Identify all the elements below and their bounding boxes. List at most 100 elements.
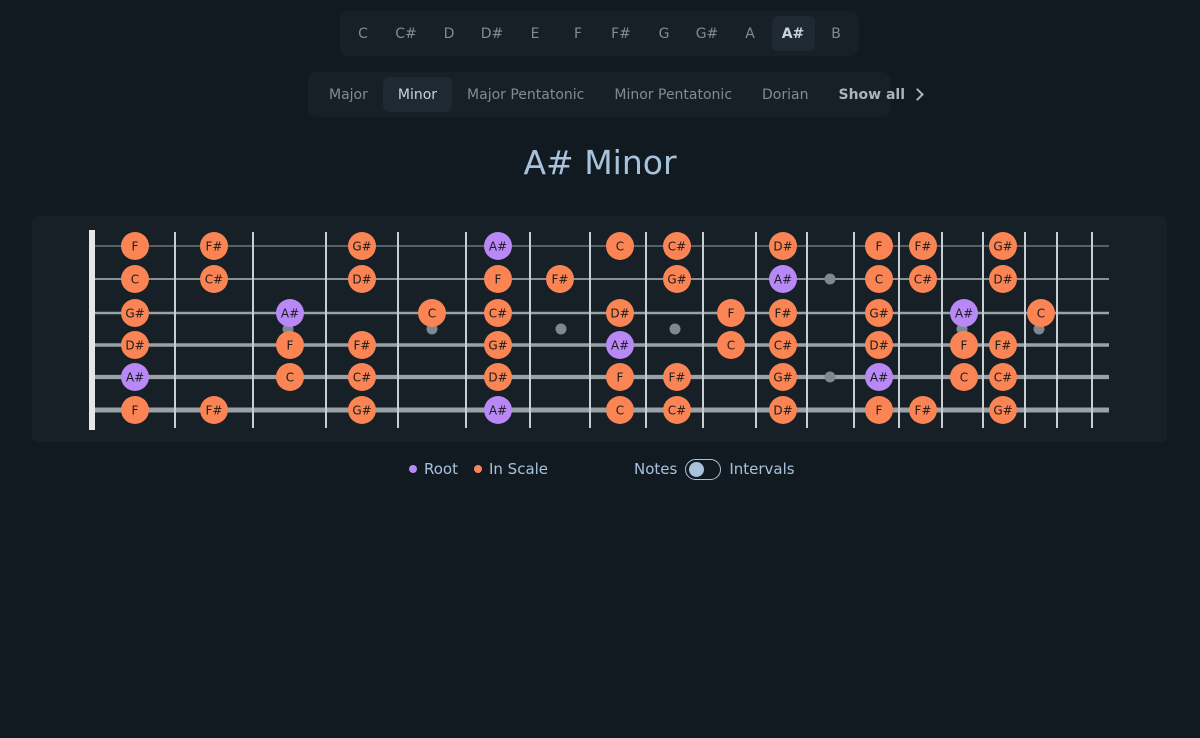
root-note-dot[interactable]: A# [865,363,893,391]
key-button-g[interactable]: G [643,16,686,51]
scale-note-dot[interactable]: C# [769,331,797,359]
root-note-dot[interactable]: A# [606,331,634,359]
scale-button-dorian[interactable]: Dorian [747,77,823,112]
root-legend-label: Root [424,460,458,478]
scale-note-dot[interactable]: G# [663,265,691,293]
scale-note-dot[interactable]: D# [606,299,634,327]
scale-note-dot[interactable]: F [950,331,978,359]
scale-note-dot[interactable]: F [606,363,634,391]
scale-note-dot[interactable]: F# [663,363,691,391]
scale-note-dot[interactable]: F [276,331,304,359]
root-note-dot[interactable]: A# [121,363,149,391]
note-label: F# [552,273,569,287]
scale-note-dot[interactable]: G# [769,363,797,391]
scale-note-dot[interactable]: G# [989,396,1017,424]
scale-note-dot[interactable]: D# [121,331,149,359]
scale-note-dot[interactable]: C# [348,363,376,391]
scale-button-major-pentatonic[interactable]: Major Pentatonic [452,77,599,112]
scale-note-dot[interactable]: C [276,363,304,391]
scale-note-dot[interactable]: C [950,363,978,391]
scale-note-dot[interactable]: F# [200,232,228,260]
note-label: C [1037,307,1045,321]
scale-button-major[interactable]: Major [314,77,383,112]
scale-note-dot[interactable]: G# [348,232,376,260]
key-button-a-sharp[interactable]: A# [772,16,815,51]
scale-note-dot[interactable]: C [865,265,893,293]
root-note-dot[interactable]: A# [950,299,978,327]
display-mode-toggle-group: Notes Intervals [634,458,795,480]
key-selector: CC#DD#EFF#GG#AA#B [340,11,859,56]
scale-button-minor-pentatonic[interactable]: Minor Pentatonic [599,77,747,112]
root-note-dot[interactable]: A# [484,232,512,260]
note-label: D# [610,307,629,321]
root-note-dot[interactable]: A# [484,396,512,424]
key-button-d-sharp[interactable]: D# [471,16,514,51]
key-button-f-sharp[interactable]: F# [600,16,643,51]
note-label: D# [125,339,144,353]
note-label: C# [668,240,686,254]
key-button-c-sharp[interactable]: C# [385,16,428,51]
key-button-d[interactable]: D [428,16,471,51]
scale-note-dot[interactable]: F [865,396,893,424]
scale-note-dot[interactable]: D# [865,331,893,359]
scale-note-dot[interactable]: F# [989,331,1017,359]
key-button-b[interactable]: B [815,16,858,51]
scale-note-dot[interactable]: C [606,232,634,260]
root-note-dot[interactable]: A# [276,299,304,327]
scale-note-dot[interactable]: F# [348,331,376,359]
scale-note-dot[interactable]: C# [989,363,1017,391]
key-button-g-sharp[interactable]: G# [686,16,729,51]
scale-note-dot[interactable]: D# [348,265,376,293]
scale-note-dot[interactable]: F [484,265,512,293]
scale-note-dot[interactable]: F [865,232,893,260]
note-label: F [132,404,139,418]
note-label: D# [773,240,792,254]
scale-note-dot[interactable]: G# [865,299,893,327]
note-label: D# [993,273,1012,287]
show-all-button[interactable]: Show all [823,77,937,112]
note-label: F# [915,404,932,418]
scale-note-dot[interactable]: D# [989,265,1017,293]
note-label: C [428,307,436,321]
scale-note-dot[interactable]: C# [909,265,937,293]
scale-note-dot[interactable]: F [121,232,149,260]
key-button-f[interactable]: F [557,16,600,51]
scale-note-dot[interactable]: C# [484,299,512,327]
scale-note-dot[interactable]: G# [348,396,376,424]
scale-note-dot[interactable]: C [418,299,446,327]
scale-note-dot[interactable]: F# [546,265,574,293]
key-button-a[interactable]: A [729,16,772,51]
scale-note-dot[interactable]: C [606,396,634,424]
note-label: C# [774,339,792,353]
scale-note-dot[interactable]: C# [663,232,691,260]
scale-note-dot[interactable]: C [121,265,149,293]
show-all-label: Show all [838,87,905,103]
scale-note-dot[interactable]: F# [200,396,228,424]
scale-note-dot[interactable]: D# [484,363,512,391]
notes-intervals-toggle[interactable] [685,459,721,480]
note-label: F [876,404,883,418]
scale-note-dot[interactable]: F [717,299,745,327]
scale-note-dot[interactable]: D# [769,232,797,260]
note-label: A# [774,273,792,287]
scale-note-dot[interactable]: F [121,396,149,424]
scale-note-dot[interactable]: G# [989,232,1017,260]
scale-note-dot[interactable]: F# [909,232,937,260]
scale-note-dot[interactable]: G# [484,331,512,359]
scale-note-dot[interactable]: F# [769,299,797,327]
scale-note-dot[interactable]: G# [121,299,149,327]
scale-note-dot[interactable]: C# [663,396,691,424]
note-label: D# [352,273,371,287]
scale-note-dot[interactable]: C# [200,265,228,293]
key-button-c[interactable]: C [342,16,385,51]
key-button-e[interactable]: E [514,16,557,51]
scale-button-minor[interactable]: Minor [383,77,452,112]
scale-note-dot[interactable]: C [1027,299,1055,327]
scale-note-dot[interactable]: D# [769,396,797,424]
fret-marker-dot [670,324,681,335]
note-label: C [616,240,624,254]
nut [89,230,95,430]
root-note-dot[interactable]: A# [769,265,797,293]
scale-note-dot[interactable]: F# [909,396,937,424]
scale-note-dot[interactable]: C [717,331,745,359]
